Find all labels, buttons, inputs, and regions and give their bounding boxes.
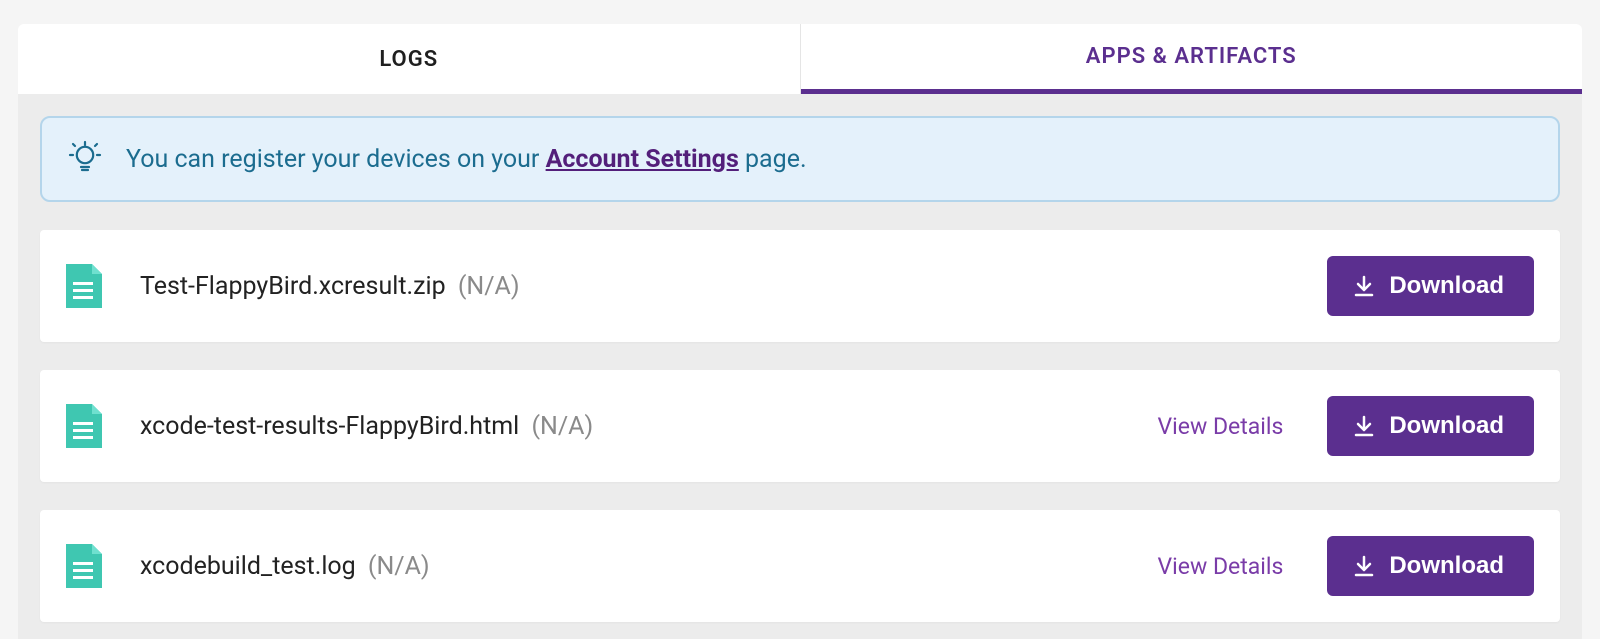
tab-logs[interactable]: LOGS <box>18 24 801 94</box>
artifact-size: (N/A) <box>458 272 520 301</box>
download-button-label: Download <box>1389 272 1504 300</box>
download-button[interactable]: Download <box>1327 536 1534 596</box>
artifact-row: Test-FlappyBird.xcresult.zip (N/A) Downl… <box>40 230 1560 342</box>
page-root: LOGS APPS & ARTIFACTS You can register y… <box>0 0 1600 639</box>
file-icon <box>62 402 104 450</box>
download-button-label: Download <box>1389 412 1504 440</box>
hint-post: page. <box>739 145 807 174</box>
artifact-filename: xcodebuild_test.log <box>140 552 356 581</box>
tab-content: You can register your devices on your Ac… <box>18 94 1582 639</box>
hint-pre: You can register your devices on your <box>126 145 546 174</box>
download-button[interactable]: Download <box>1327 256 1534 316</box>
artifact-filename: Test-FlappyBird.xcresult.zip <box>140 272 446 301</box>
artifact-size: (N/A) <box>531 412 593 441</box>
account-settings-link[interactable]: Account Settings <box>546 145 739 174</box>
download-icon <box>1353 275 1375 297</box>
artifact-row: xcode-test-results-FlappyBird.html (N/A)… <box>40 370 1560 482</box>
artifact-name: xcode-test-results-FlappyBird.html (N/A) <box>140 412 1158 441</box>
hint-banner: You can register your devices on your Ac… <box>40 116 1560 202</box>
artifact-filename: xcode-test-results-FlappyBird.html <box>140 412 519 441</box>
download-icon <box>1353 555 1375 577</box>
hint-text: You can register your devices on your Ac… <box>126 142 807 177</box>
view-details-link[interactable]: View Details <box>1158 553 1284 580</box>
view-details-link[interactable]: View Details <box>1158 413 1284 440</box>
file-icon <box>62 262 104 310</box>
tab-bar: LOGS APPS & ARTIFACTS <box>18 24 1582 94</box>
lightbulb-icon <box>68 140 102 178</box>
download-button[interactable]: Download <box>1327 396 1534 456</box>
file-icon <box>62 542 104 590</box>
download-icon <box>1353 415 1375 437</box>
artifact-row: xcodebuild_test.log (N/A)View Details Do… <box>40 510 1560 622</box>
artifact-size: (N/A) <box>368 552 430 581</box>
tab-apps-artifacts[interactable]: APPS & ARTIFACTS <box>801 24 1583 94</box>
download-button-label: Download <box>1389 552 1504 580</box>
artifact-name: xcodebuild_test.log (N/A) <box>140 552 1158 581</box>
artifact-list: Test-FlappyBird.xcresult.zip (N/A) Downl… <box>40 230 1560 622</box>
artifact-name: Test-FlappyBird.xcresult.zip (N/A) <box>140 272 1327 301</box>
